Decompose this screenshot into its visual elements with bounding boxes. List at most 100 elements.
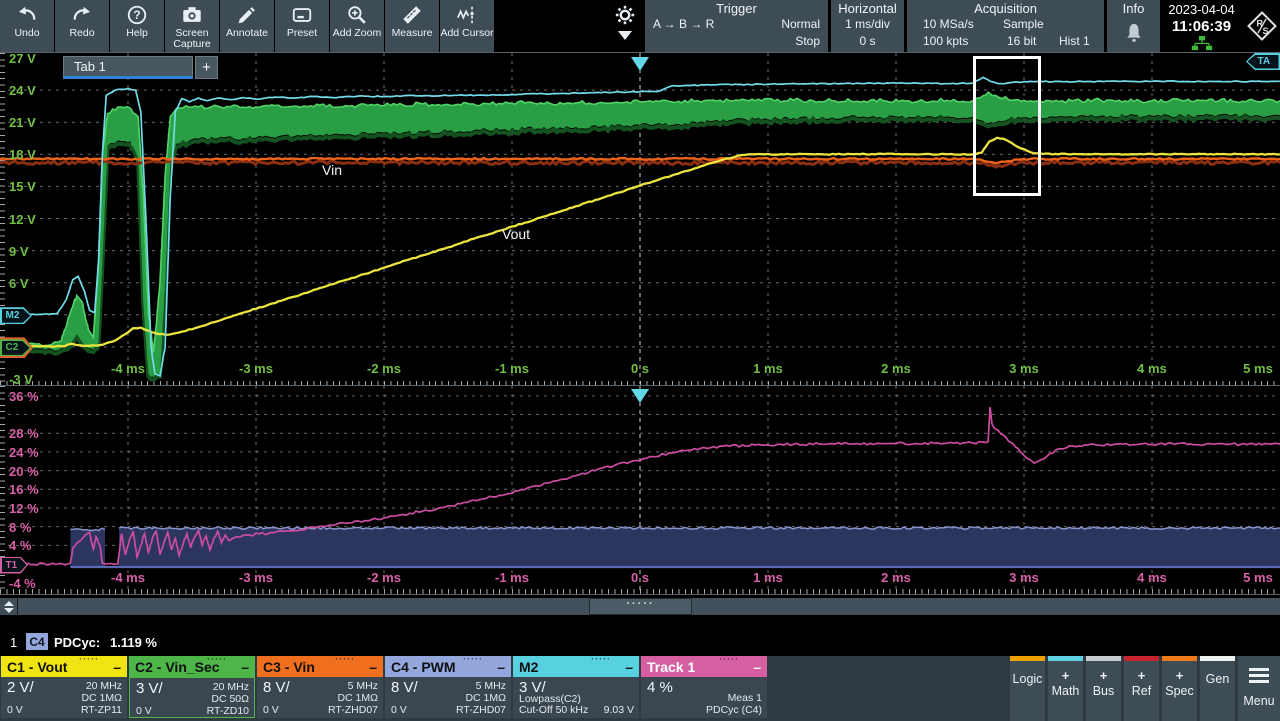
clock: 2023-04-04 11:06:39	[1163, 0, 1240, 52]
settings-button[interactable]	[608, 0, 642, 52]
trigger-state: Stop	[795, 34, 820, 48]
help-button[interactable]: ?Help	[110, 0, 164, 52]
plus-icon: +	[1176, 670, 1184, 682]
upper-y-label: 24 V	[9, 83, 36, 98]
side-button-label: Bus	[1093, 684, 1115, 698]
channel-badge-c2[interactable]: C2 - Vin_Sec·····–3 V/0 V20 MHzDC 50ΩRT-…	[129, 656, 255, 718]
trigger-position-marker[interactable]	[631, 389, 649, 403]
lower-y-label: 36 %	[9, 389, 39, 404]
annotate-button[interactable]: Annotate	[220, 0, 274, 52]
horizontal-panel[interactable]: Horizontal 1 ms/div 0 s	[831, 0, 904, 52]
trigger-sequence: A → B → R	[653, 17, 714, 31]
preset-button[interactable]: Preset	[275, 0, 329, 52]
gen-button[interactable]: Gen	[1200, 656, 1235, 721]
screen-capture-button[interactable]: Screen Capture	[165, 0, 219, 52]
marker-label: TA	[1258, 56, 1271, 67]
channel-probe: RT-ZD10	[207, 705, 249, 717]
lower-x-label: -4 ms	[111, 570, 145, 585]
left-tick-ruler	[0, 53, 5, 386]
upper-x-label: -2 ms	[367, 361, 401, 376]
ref-button[interactable]: +Ref	[1124, 656, 1159, 721]
channel-probe: RT-ZHD07	[328, 704, 378, 716]
c2-marker[interactable]: C2	[0, 339, 31, 356]
info-panel[interactable]: Info	[1107, 0, 1160, 52]
minimize-button[interactable]: –	[753, 659, 761, 675]
plus-icon: +	[1100, 670, 1108, 682]
upper-x-label: 4 ms	[1137, 361, 1167, 376]
help-icon: ?	[126, 3, 148, 27]
lower-x-label: 3 ms	[1009, 570, 1039, 585]
upper-y-label: 21 V	[9, 115, 36, 130]
bus-button[interactable]: + Bus	[1086, 656, 1121, 721]
horizontal-scrollbar: ·····	[0, 598, 1280, 615]
grip-dots: ·····	[626, 602, 654, 607]
channel-probe: PDCyc (C4)	[706, 704, 762, 716]
lower-x-label: 1 ms	[753, 570, 783, 585]
add-tab-button[interactable]: +	[195, 56, 218, 79]
logic-color-stripe	[1010, 656, 1045, 661]
trigger-panel[interactable]: Trigger A → B → R Normal Stop	[645, 0, 828, 52]
math-color-stripe	[1048, 656, 1083, 661]
upper-x-label: -4 ms	[111, 361, 145, 376]
scrollbar-grip[interactable]: ·····	[589, 598, 692, 615]
upper-x-label: 0 s	[631, 361, 649, 376]
tab-1[interactable]: Tab 1	[63, 56, 193, 79]
ref-color-stripe	[1124, 656, 1159, 661]
trigger-position-marker[interactable]	[631, 57, 649, 71]
lower-y-label: 4 %	[9, 538, 31, 553]
toolbar-button-label: Measure	[392, 28, 433, 39]
scroll-up-icon	[4, 601, 14, 606]
redo-icon	[71, 3, 93, 27]
add-cursor-button[interactable]: Add Cursor	[440, 0, 494, 52]
scrollbar-arrows[interactable]	[0, 598, 17, 615]
zoom-region-box[interactable]	[973, 56, 1041, 196]
measurement-label: PDCyc:	[54, 635, 100, 650]
add-zoom-button[interactable]: Add Zoom	[330, 0, 384, 52]
channel-title: C1 - Vout	[7, 659, 67, 675]
spec-button[interactable]: +Spec	[1162, 656, 1197, 721]
minimize-button[interactable]: –	[625, 659, 633, 675]
undo-button[interactable]: Undo	[0, 0, 54, 52]
minimize-button[interactable]: –	[497, 659, 505, 675]
toolbar-button-label: Annotate	[226, 28, 268, 39]
side-button-label: Ref	[1132, 684, 1151, 698]
channel-badge-c4[interactable]: C4 - PWM·····–8 V/0 V5 MHzDC 1MΩRT-ZHD07	[385, 656, 511, 718]
channel-badge-c3[interactable]: C3 - Vin·····–8 V/0 V5 MHzDC 1MΩRT-ZHD07	[257, 656, 383, 718]
scroll-down-icon	[4, 608, 14, 613]
menu-button[interactable]: Menu	[1238, 656, 1280, 721]
acquisition-resolution: 16 bit	[1007, 34, 1036, 48]
upper-x-label: 5 ms	[1243, 361, 1273, 376]
redo-button[interactable]: Redo	[55, 0, 109, 52]
math-button[interactable]: +Math	[1048, 656, 1083, 721]
m2-marker[interactable]: M2	[0, 307, 32, 324]
date: 2023-04-04	[1163, 2, 1240, 17]
toolbar-button-label: Undo	[14, 28, 39, 39]
minimize-button[interactable]: –	[369, 659, 377, 675]
channel-badge-track[interactable]: Track 1·····–4 %Meas 1PDCyc (C4)	[641, 656, 767, 718]
minimize-button[interactable]: –	[241, 659, 249, 675]
channel-scale: 4 %	[647, 679, 673, 696]
channel-badge-c1[interactable]: C1 - Vout·····–2 V/0 V20 MHzDC 1MΩRT-ZP1…	[1, 656, 127, 718]
lower-x-label: 0 s	[631, 570, 649, 585]
acquisition-history: Hist 1	[1059, 34, 1090, 48]
oscilloscope-screen: Undo Redo?HelpScreen Capture Annotate Prese…	[0, 0, 1280, 721]
channel-bandwidth: 20 MHz	[213, 681, 249, 693]
channel-offset: 0 V	[7, 704, 23, 716]
logic-button[interactable]: Logic	[1010, 656, 1045, 721]
trigger-ta-marker[interactable]: TA	[1246, 53, 1280, 70]
horizontal-scale: 1 ms/div	[831, 17, 904, 31]
lower-y-label: 16 %	[9, 482, 39, 497]
vin-annotation: Vin	[322, 162, 342, 178]
horizontal-position: 0 s	[831, 34, 904, 48]
measure-button[interactable]: Measure	[385, 0, 439, 52]
side-button-label: Math	[1052, 684, 1080, 698]
chevron-down-icon[interactable]	[618, 31, 632, 40]
acquisition-panel[interactable]: Acquisition 10 MSa/s Sample 100 kpts 16 …	[907, 0, 1104, 52]
minimize-button[interactable]: –	[113, 659, 121, 675]
rs-logo: RS	[1243, 0, 1280, 52]
toolbar-button-label: Preset	[287, 28, 317, 39]
ruler-icon	[401, 3, 423, 27]
t1-marker[interactable]: T1	[0, 557, 28, 574]
channel-badge-m2[interactable]: M2·····–3 V/Lowpass(C2)Cut-Off 50 kHz9.0…	[513, 656, 639, 718]
bus-color-stripe	[1086, 656, 1121, 661]
